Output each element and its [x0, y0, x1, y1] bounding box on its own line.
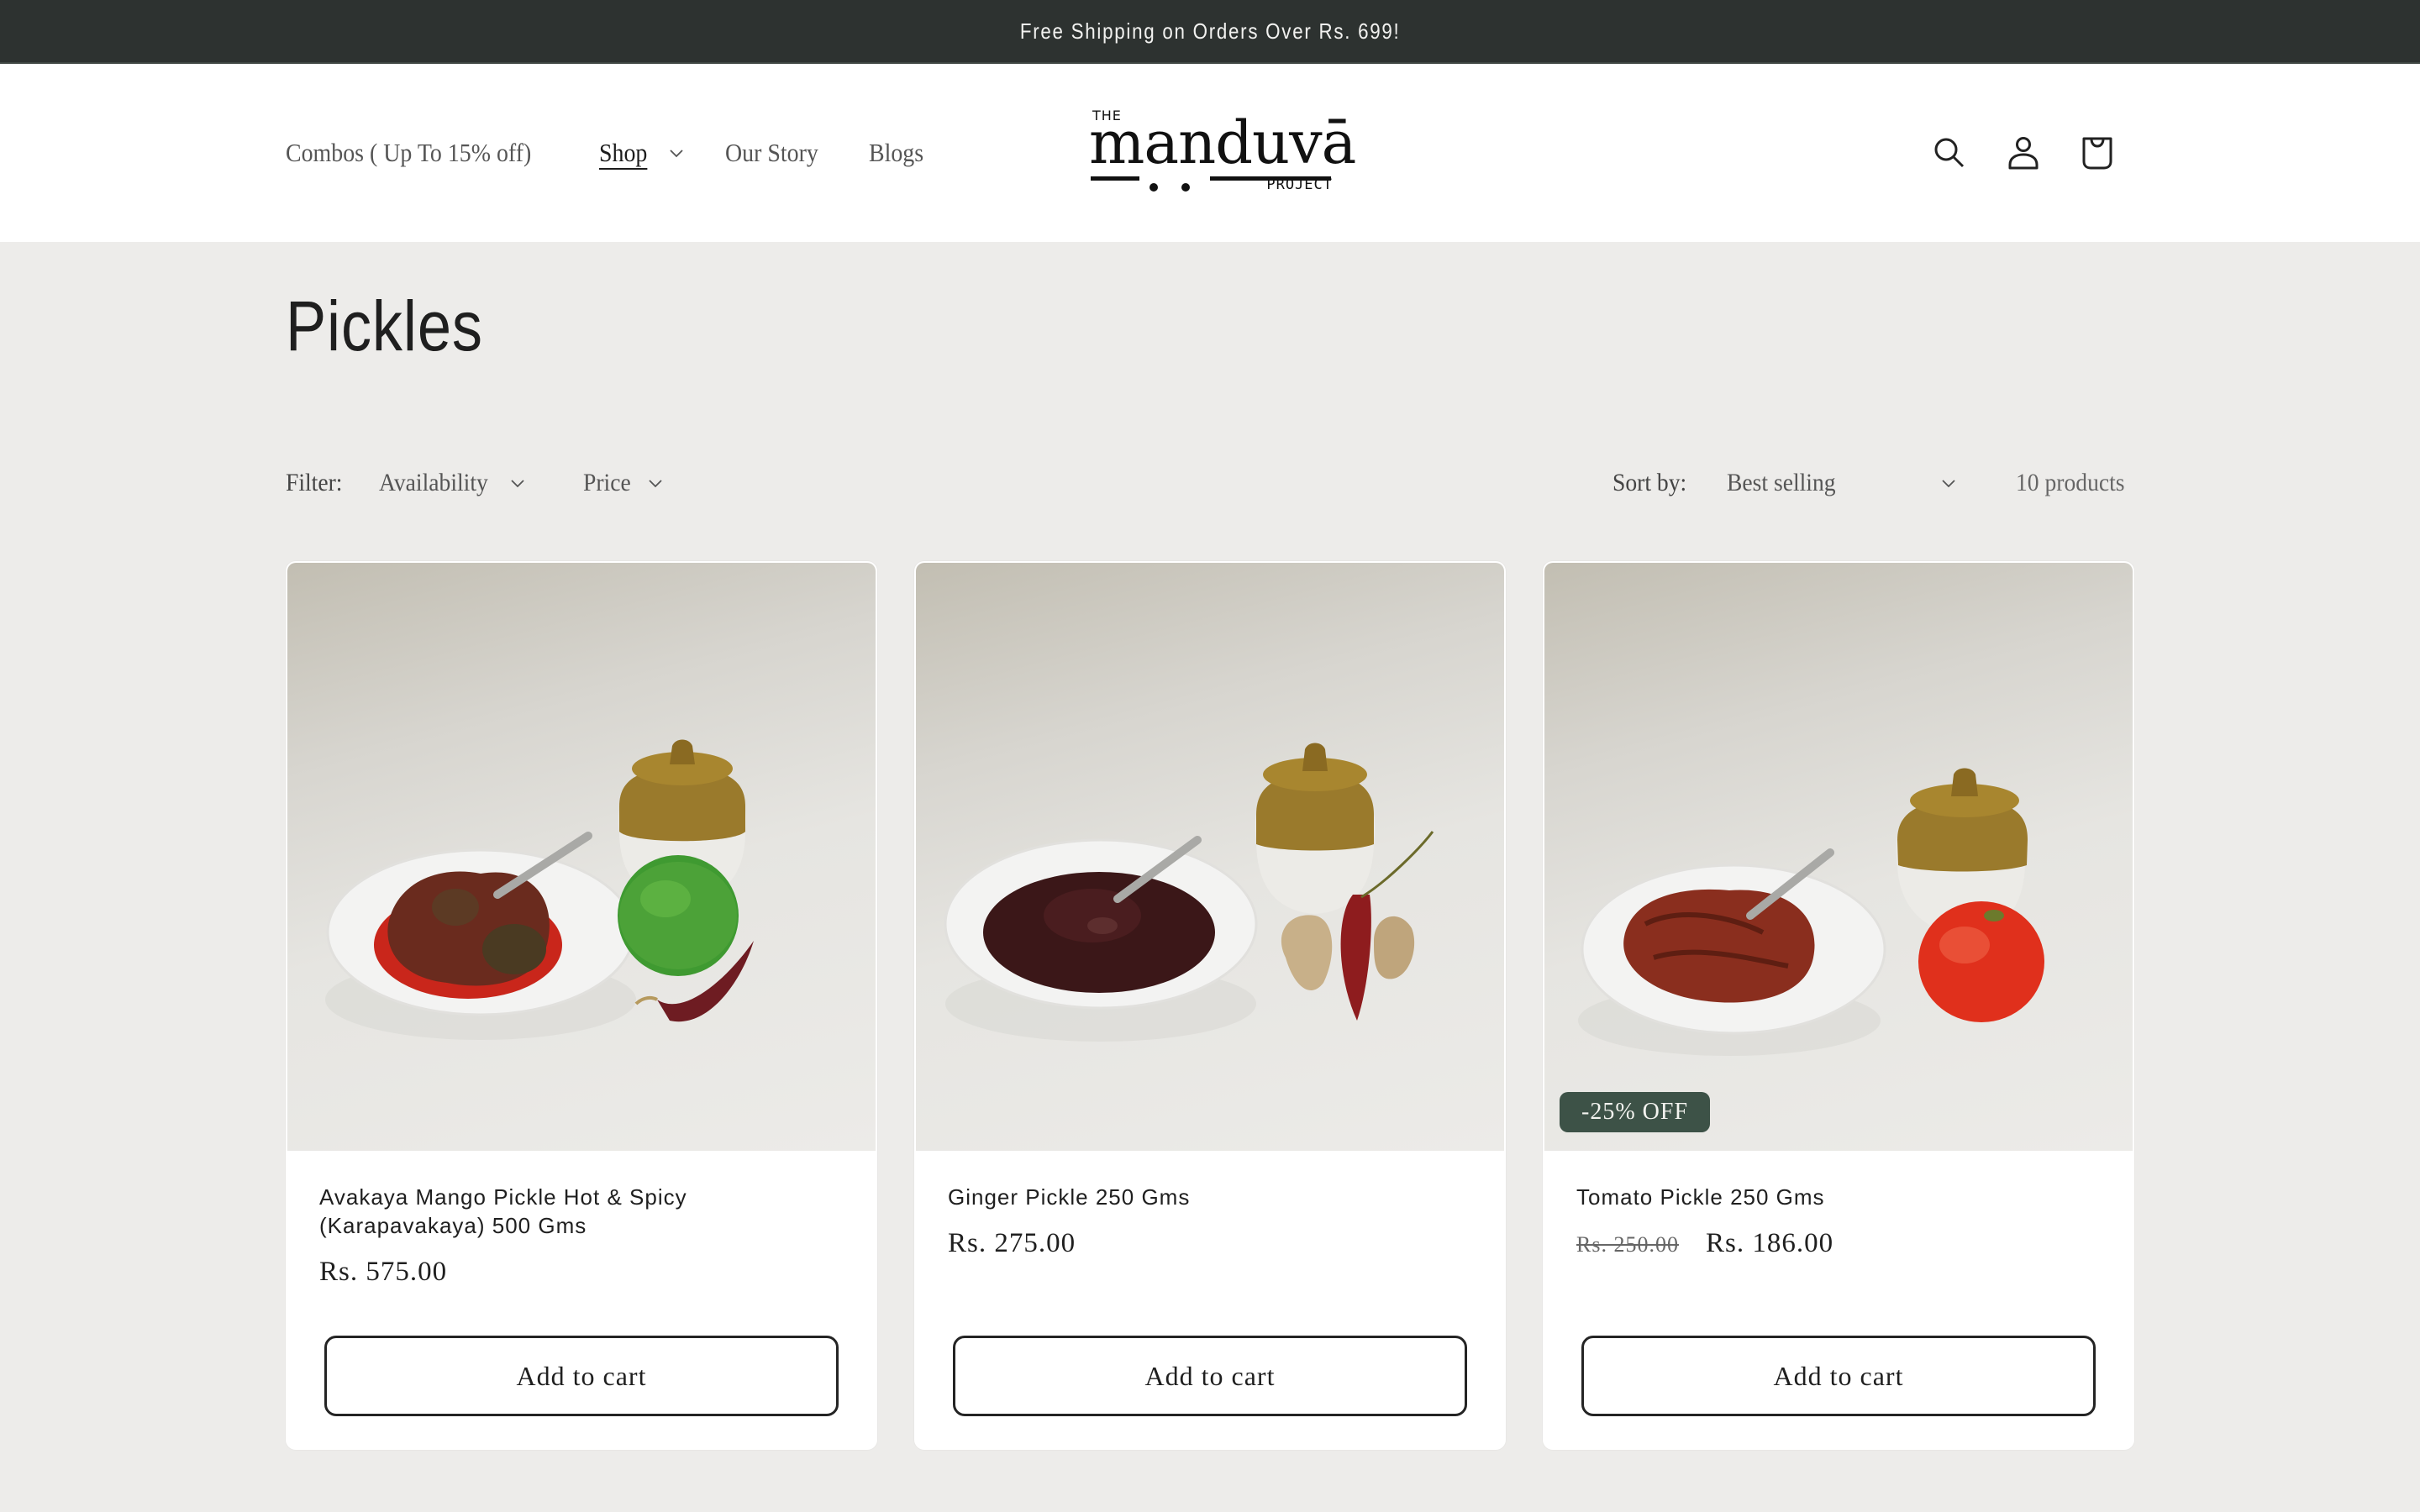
price-row: Rs. 575.00	[319, 1257, 844, 1288]
page-title: Pickles	[286, 286, 483, 365]
sort-section: Sort by: Best selling 10 products	[1612, 454, 2134, 512]
site-header: Combos ( Up To 15% off) Shop Our Story B…	[0, 64, 2420, 242]
filter-availability-label: Availability	[379, 469, 489, 496]
logo-dot	[1150, 183, 1158, 192]
search-icon	[1934, 138, 1965, 168]
product-price: Rs. 575.00	[319, 1257, 448, 1287]
product-card: Avakaya Mango Pickle Hot & Spicy (Karapa…	[286, 561, 877, 1450]
sale-price: Rs. 186.00	[1705, 1228, 1834, 1258]
filter-availability-dropdown[interactable]: Availability	[379, 469, 526, 497]
header-icons	[1912, 64, 2134, 242]
account-button[interactable]	[1986, 116, 2060, 190]
nav-item-our-story[interactable]: Our Story	[725, 138, 829, 168]
main-nav: Combos ( Up To 15% off) Shop Our Story B…	[286, 64, 970, 242]
product-info: Avakaya Mango Pickle Hot & Spicy (Karapa…	[319, 1183, 844, 1288]
add-to-cart-button[interactable]: Add to cart	[1581, 1336, 2096, 1416]
product-image[interactable]	[916, 563, 1504, 1151]
logo-project: PROJECT	[1266, 176, 1333, 193]
nav-item-shop[interactable]: Shop	[599, 138, 685, 168]
product-name[interactable]: Tomato Pickle 250 Gms	[1576, 1183, 2101, 1211]
announcement-text: Free Shipping on Orders Over Rs. 699!	[1019, 18, 1401, 44]
price-row: Rs. 250.00 Rs. 186.00	[1576, 1228, 2101, 1259]
chevron-down-icon	[511, 480, 525, 488]
logo-dot	[1181, 183, 1190, 192]
product-grid: Avakaya Mango Pickle Hot & Spicy (Karapa…	[286, 561, 2134, 1450]
tomato-pickle-photo	[1578, 768, 2044, 1056]
sort-label: Sort by:	[1612, 469, 1687, 496]
mango-pickle-photo	[325, 739, 754, 1040]
logo-rule	[1091, 176, 1139, 181]
account-icon	[2008, 137, 2039, 170]
chevron-down-icon	[1942, 480, 1955, 488]
product-info: Tomato Pickle 250 Gms Rs. 250.00 Rs. 186…	[1576, 1183, 2101, 1259]
product-image[interactable]	[287, 563, 876, 1151]
filter-price-label: Price	[583, 469, 632, 496]
product-count: 10 products	[2016, 469, 2125, 496]
add-to-cart-button[interactable]: Add to cart	[324, 1336, 839, 1416]
product-info: Ginger Pickle 250 Gms Rs. 275.00	[948, 1183, 1472, 1259]
search-button[interactable]	[1912, 116, 1986, 190]
announcement-bar: Free Shipping on Orders Over Rs. 699!	[0, 0, 2420, 64]
site-logo[interactable]: THE manduvā PROJECT	[1089, 106, 1356, 198]
filter-label: Filter:	[286, 469, 343, 496]
product-name[interactable]: Ginger Pickle 250 Gms	[948, 1183, 1472, 1211]
chevron-down-icon	[649, 480, 662, 488]
chevron-down-icon	[669, 150, 683, 158]
price-row: Rs. 275.00	[948, 1228, 1472, 1259]
sort-select[interactable]: Best selling	[1727, 469, 1957, 497]
nav-item-blogs[interactable]: Blogs	[869, 138, 929, 168]
product-card: Ginger Pickle 250 Gms Rs. 275.00 Add to …	[914, 561, 1506, 1450]
add-to-cart-button[interactable]: Add to cart	[953, 1336, 1467, 1416]
product-name[interactable]: Avakaya Mango Pickle Hot & Spicy (Karapa…	[319, 1183, 844, 1240]
nav-item-label: Blogs	[868, 138, 923, 167]
nav-item-label: Shop	[598, 138, 648, 167]
cart-button[interactable]	[2060, 116, 2134, 190]
compare-at-price: Rs. 250.00	[1576, 1232, 1679, 1257]
logo-wordmark: manduvā	[1089, 108, 1356, 177]
cart-icon	[2082, 137, 2112, 170]
product-card: -25% OFF Tomato Pickle 250 Gms Rs. 250.0…	[1543, 561, 2134, 1450]
nav-item-label: Combos ( Up To 15% off)	[286, 138, 532, 167]
discount-badge: -25% OFF	[1560, 1092, 1711, 1132]
sort-value: Best selling	[1727, 469, 1836, 496]
filter-price-dropdown[interactable]: Price	[583, 469, 664, 497]
filter-sort-toolbar: Filter: Availability Price Sort by: Best…	[286, 454, 2134, 512]
nav-item-label: Our Story	[724, 138, 818, 167]
product-image[interactable]	[1544, 563, 2133, 1151]
nav-item-combos[interactable]: Combos ( Up To 15% off)	[286, 138, 559, 168]
product-price: Rs. 275.00	[948, 1228, 1076, 1258]
ginger-pickle-photo	[944, 743, 1434, 1042]
